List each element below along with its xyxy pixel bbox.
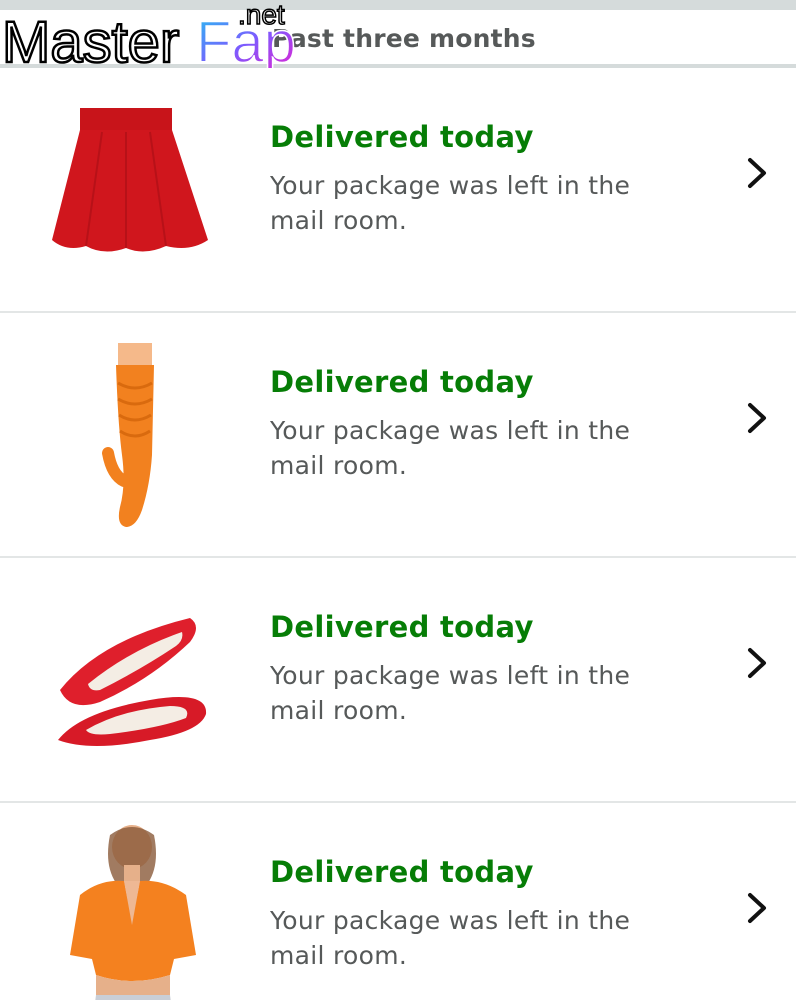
watermark-text-suffix: .net	[238, 0, 285, 30]
chevron-right-icon[interactable]	[744, 401, 770, 435]
delivery-detail: Your package was left in the mail room.	[270, 416, 631, 480]
delivery-detail: Your package was left in the mail room.	[270, 171, 631, 235]
orange-sock-image	[102, 343, 154, 527]
delivery-detail: Your package was left in the mail room.	[270, 661, 631, 725]
orange-crop-top-image	[70, 825, 196, 1000]
chevron-right-icon[interactable]	[744, 646, 770, 680]
chevron-right-icon[interactable]	[744, 891, 770, 925]
order-row[interactable]: Delivered today Your package was left in…	[0, 313, 796, 558]
delivery-status: Delivered today	[270, 365, 534, 399]
chevron-right-icon[interactable]	[744, 156, 770, 190]
delivery-status: Delivered today	[270, 120, 534, 154]
delivery-detail: Your package was left in the mail room.	[270, 906, 631, 970]
order-list: Delivered today Your package was left in…	[0, 68, 796, 1000]
order-row[interactable]: Delivered today Your package was left in…	[0, 558, 796, 803]
watermark-text-main: Master	[2, 10, 179, 75]
red-flats-image	[58, 618, 207, 746]
delivery-status: Delivered today	[270, 610, 534, 644]
section-title: Past three months	[272, 24, 536, 53]
red-skirt-image	[52, 108, 208, 252]
order-row[interactable]: Delivered today Your package was left in…	[0, 803, 796, 1000]
order-row[interactable]: Delivered today Your package was left in…	[0, 68, 796, 313]
delivery-status: Delivered today	[270, 855, 534, 889]
